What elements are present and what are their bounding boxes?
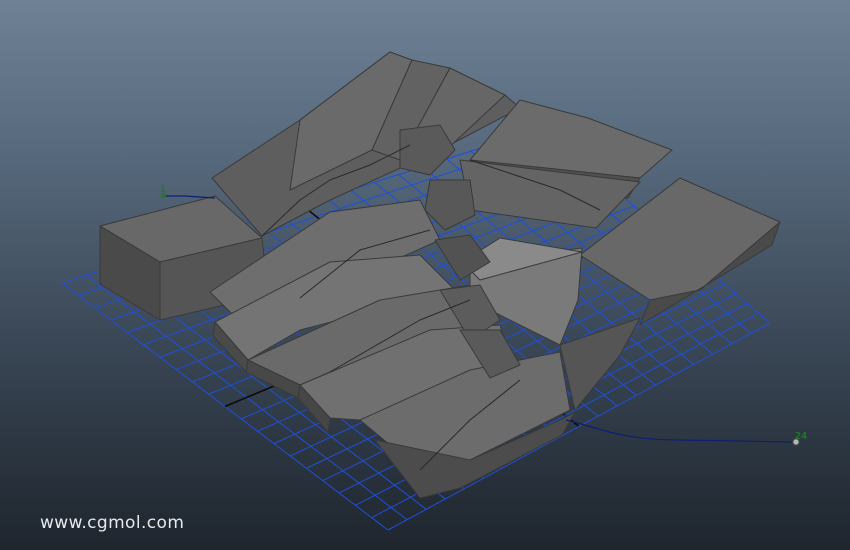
maya-viewport[interactable]	[0, 0, 850, 550]
curve-end-segment	[565, 419, 796, 443]
shattered-slab-mesh[interactable]	[99, 51, 781, 499]
mesh-fragment[interactable]	[559, 317, 641, 411]
end-frame-label: 24	[795, 431, 808, 442]
site-watermark: www.cgmol.com	[40, 513, 185, 533]
start-frame-label: 1	[160, 184, 167, 195]
curve-start-segment	[164, 195, 216, 199]
